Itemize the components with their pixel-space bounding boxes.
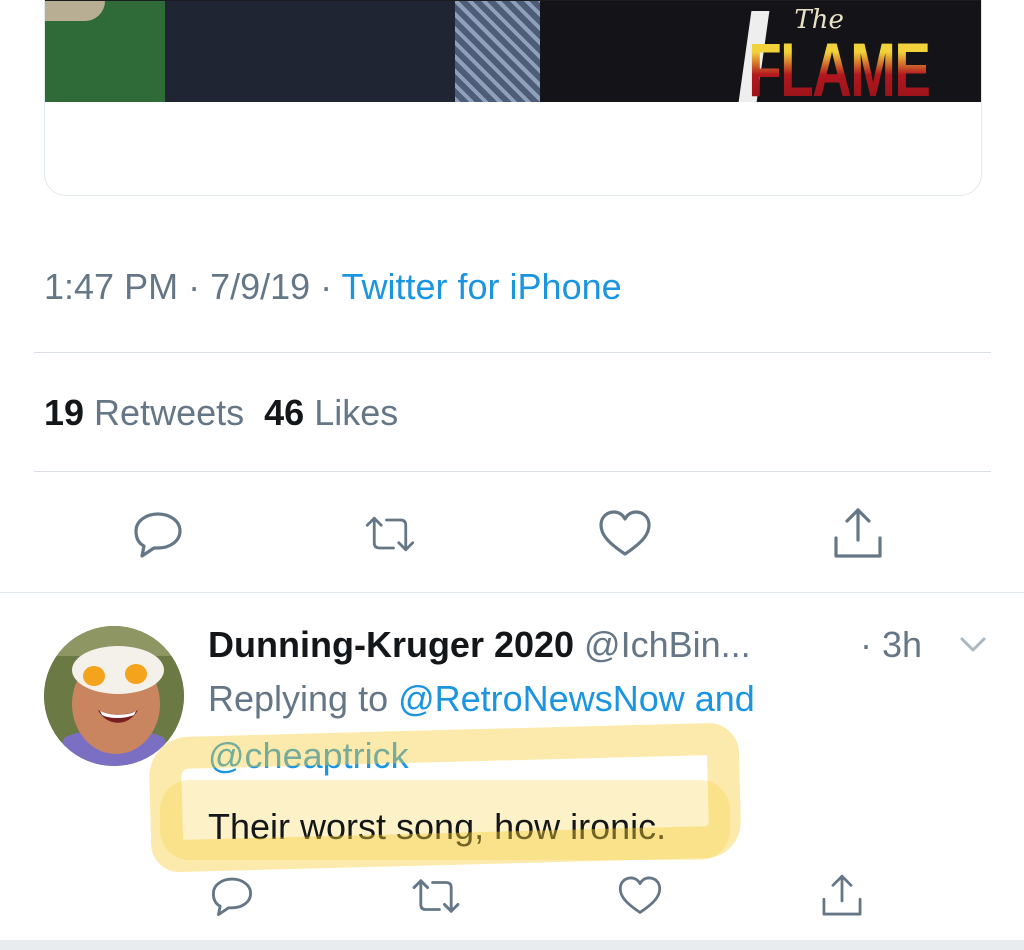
reply-retweet-button[interactable] [408,868,464,924]
mention-link-cheaptrick[interactable]: @cheaptrick [208,735,409,777]
photo-region-tie [455,1,540,102]
replying-prefix: Replying to [208,678,399,719]
album-logo: The FLAME [713,7,965,109]
like-button[interactable] [597,506,653,562]
reply-handle[interactable]: @IchBin... [574,624,751,665]
share-icon [822,874,862,916]
section-separator [0,592,1024,593]
tweet-timestamp: 1:47 PM · 7/9/19 · Twitter for iPhone [44,266,622,308]
reply-button[interactable] [130,506,186,562]
likes-count: 46 [264,392,305,433]
avatar[interactable] [44,626,184,766]
reply-icon [134,512,182,558]
reply-text: Their worst song, how ironic. [208,806,667,847]
retweet-icon [412,879,460,913]
reply-share-button[interactable] [814,868,870,924]
retweets-count: 19 [44,392,85,433]
tweet-stats: 19 Retweets 46 Likes [44,392,398,434]
heart-icon [599,510,651,556]
replying-and: and [684,678,755,719]
separator: · [178,266,211,307]
reply-reply-button[interactable] [204,868,260,924]
reply-time: · 3h [860,624,923,665]
divider [34,471,991,472]
reply-like-button[interactable] [612,868,668,924]
tweet-time: 1:47 PM [44,266,179,307]
retweet-button[interactable] [362,506,418,562]
chevron-down-icon[interactable] [958,632,988,656]
avatar-image [44,626,184,766]
album-logo-flame: FLAME [748,28,932,113]
share-icon [834,508,882,558]
divider [34,352,991,353]
retweet-icon [365,516,415,552]
reply-icon [211,877,253,917]
reply-display-name[interactable]: Dunning-Kruger 2020 [208,624,574,665]
mention-link-retronewsnow[interactable]: @RetroNewsNow [398,678,685,719]
photo-region-suit [165,1,455,102]
bottom-separator [0,940,1024,950]
retweets-label: Retweets [84,392,245,433]
heart-icon [618,876,662,914]
media-card[interactable]: The FLAME [44,0,982,196]
tweet-action-bar [0,506,1024,566]
tweet-source-link[interactable]: Twitter for iPhone [342,266,622,307]
reply-header: Dunning-Kruger 2020 @IchBin... · 3h [208,624,998,666]
share-button[interactable] [830,506,886,562]
reply-action-bar [0,868,1024,928]
retweets-stat[interactable]: 19 Retweets [44,392,244,433]
tweet-date: 7/9/19 [210,266,311,307]
separator: · [310,266,342,307]
likes-label: Likes [304,392,399,433]
replying-to: Replying to @RetroNewsNow and [208,678,755,720]
likes-stat[interactable]: 46 Likes [264,392,398,433]
